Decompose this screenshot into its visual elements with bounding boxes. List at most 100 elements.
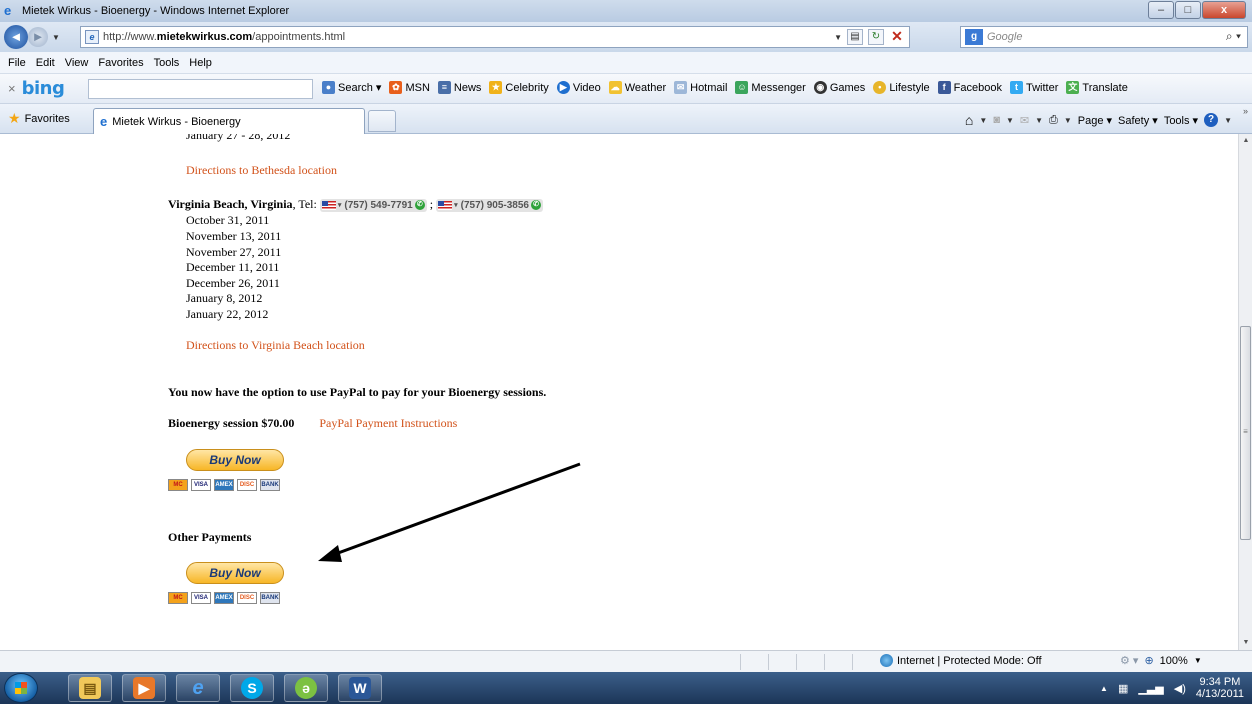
scroll-up-icon[interactable]: ▲: [1239, 134, 1252, 148]
bing-logo: bing: [21, 78, 65, 99]
address-input[interactable]: e http://www.mietekwirkus.com/appointmen…: [80, 26, 910, 48]
help-icon[interactable]: ?: [1204, 113, 1219, 127]
scroll-down-icon[interactable]: ▼: [1239, 636, 1252, 650]
buy-now-button[interactable]: Buy Now: [186, 449, 284, 471]
skype-icon: S: [241, 677, 263, 699]
new-tab-button[interactable]: [368, 110, 396, 132]
volume-icon[interactable]: ◀): [1174, 682, 1186, 695]
news-icon: ≡: [437, 81, 451, 94]
zone-text: Internet | Protected Mode: Off: [897, 654, 1042, 667]
session-row: Bioenergy session $70.00 PayPal Payment …: [168, 416, 457, 431]
phone-1[interactable]: ▾ (757) 549-7791 ✆: [319, 198, 427, 212]
mail-dropdown[interactable]: ▼: [1035, 116, 1043, 125]
menu-help[interactable]: Help: [189, 57, 212, 69]
status-divider: [824, 654, 825, 670]
menu-view[interactable]: View: [65, 57, 89, 69]
session-price: Bioenergy session $70.00: [168, 416, 295, 430]
menu-favorites[interactable]: Favorites: [98, 57, 143, 69]
home-icon[interactable]: ⌂: [965, 112, 973, 128]
bing-toolbar: × bing ● Search ▾ ✿ MSN ≡ News ★ Celebrity ▶…: [0, 74, 1252, 104]
bing-celebrity-link[interactable]: ★ Celebrity: [489, 81, 549, 94]
maximize-button[interactable]: □: [1175, 1, 1201, 19]
taskbar-word-button[interactable]: W: [338, 674, 382, 702]
bing-games-link[interactable]: ◉ Games: [813, 81, 865, 94]
bing-hotmail-link[interactable]: ✉ Hotmail: [674, 81, 727, 94]
menu-tools[interactable]: Tools: [154, 57, 180, 69]
bethesda-directions-link[interactable]: Directions to Bethesda location: [186, 163, 337, 178]
feeds-dropdown[interactable]: ▼: [1006, 116, 1014, 125]
compatibility-view-icon[interactable]: ▤: [847, 29, 863, 45]
feeds-icon[interactable]: ◙: [993, 114, 1000, 126]
paypal-instructions-link[interactable]: PayPal Payment Instructions: [319, 416, 457, 430]
mail-icon[interactable]: ✉: [1020, 114, 1029, 127]
date-item: January 8, 2012: [186, 291, 263, 305]
bing-search-button[interactable]: ● Search ▾: [322, 81, 381, 94]
page-content: January 27 - 28, 2012 Directions to Beth…: [0, 134, 1238, 650]
taskbar-app-button[interactable]: ə: [284, 674, 328, 702]
signal-icon[interactable]: ▁▃▅: [1138, 682, 1163, 695]
menu-edit[interactable]: Edit: [36, 57, 55, 69]
zoom-control[interactable]: ⚙ ▾ ⊕ 100% ▼: [1120, 654, 1202, 668]
bing-search-input[interactable]: [88, 79, 313, 99]
back-button[interactable]: ◄: [4, 25, 28, 49]
home-dropdown[interactable]: ▼: [979, 116, 987, 125]
buy-now-button-other[interactable]: Buy Now: [186, 562, 284, 584]
twitter-icon: t: [1009, 81, 1023, 94]
print-dropdown[interactable]: ▼: [1064, 116, 1072, 125]
taskbar-mediaplayer-button[interactable]: ▶: [122, 674, 166, 702]
forward-button[interactable]: ►: [28, 27, 48, 47]
network-adapter-icon[interactable]: ▦: [1118, 682, 1128, 695]
search-input[interactable]: g Google ⌕ ▾: [960, 26, 1248, 48]
command-bar: ⌂ ▼ ◙ ▼ ✉ ▼ ⎙ ▼ Page ▾ Safety ▾ Tools ▾ ? ▼: [965, 112, 1232, 128]
amex-icon: AMEX: [214, 592, 234, 604]
bing-weather-link[interactable]: ☁ Weather: [608, 81, 666, 94]
safety-menu[interactable]: Safety ▾: [1118, 114, 1158, 127]
close-button[interactable]: x: [1202, 1, 1246, 19]
menu-file[interactable]: File: [8, 57, 26, 69]
clock[interactable]: 9:34 PM 4/13/2011: [1196, 676, 1244, 700]
minimize-button[interactable]: –: [1148, 1, 1174, 19]
bing-msn-link[interactable]: ✿ MSN: [389, 81, 430, 94]
zoom-icon: ⊕: [1144, 655, 1154, 667]
scroll-thumb[interactable]: ≡: [1240, 326, 1251, 540]
bing-translate-link[interactable]: 文 Translate: [1066, 81, 1128, 94]
close-toolbar-icon[interactable]: ×: [8, 81, 16, 96]
bing-messenger-link[interactable]: ☺ Messenger: [735, 81, 806, 94]
taskbar-ie-button[interactable]: e: [176, 674, 220, 702]
bing-news-link[interactable]: ≡ News: [437, 81, 481, 94]
folder-icon: ▤: [79, 677, 101, 699]
games-icon: ◉: [813, 81, 827, 94]
bing-facebook-link[interactable]: f Facebook: [937, 81, 1002, 94]
toolbar-overflow-chevron-icon[interactable]: »: [1243, 106, 1248, 116]
bing-video-link[interactable]: ▶ Video: [556, 81, 601, 94]
tab-title: Mietek Wirkus - Bioenergy: [112, 115, 241, 128]
menu-bar: File Edit View Favorites Tools Help: [0, 52, 1252, 74]
zoom-dropdown[interactable]: ▼: [1194, 656, 1202, 665]
date-item: October 31, 2011: [186, 213, 270, 227]
window-titlebar: e Mietek Wirkus - Bioenergy - Windows In…: [0, 0, 1252, 22]
taskbar-explorer-button[interactable]: ▤: [68, 674, 112, 702]
tools-menu[interactable]: Tools ▾: [1164, 114, 1198, 127]
bing-lifestyle-link[interactable]: • Lifestyle: [873, 81, 930, 94]
taskbar-skype-button[interactable]: S: [230, 674, 274, 702]
vertical-scrollbar[interactable]: ▲ ≡ ▼: [1238, 134, 1252, 650]
show-hidden-icons[interactable]: ▲: [1100, 684, 1108, 693]
virginia-directions-link[interactable]: Directions to Virginia Beach location: [186, 338, 365, 353]
refresh-icon[interactable]: ↻: [868, 29, 884, 45]
bing-twitter-link[interactable]: t Twitter: [1009, 81, 1058, 94]
start-button[interactable]: [4, 673, 38, 703]
mastercard-icon: MC: [168, 479, 188, 491]
page-menu[interactable]: Page ▾: [1078, 114, 1112, 127]
stop-icon[interactable]: ✕: [889, 29, 905, 45]
help-dropdown[interactable]: ▼: [1224, 116, 1232, 125]
address-bar-row: ◄ ► ▼ e http://www.mietekwirkus.com/appo…: [0, 22, 1252, 52]
favorites-button[interactable]: ★ Favorites: [8, 110, 70, 127]
search-icon[interactable]: ⌕ ▾: [1226, 29, 1241, 44]
phone-2[interactable]: ▾ (757) 905-3856 ✆: [436, 198, 543, 212]
print-icon[interactable]: ⎙: [1049, 114, 1058, 127]
address-dropdown-icon[interactable]: ▼: [834, 33, 842, 42]
recent-pages-dropdown[interactable]: ▼: [52, 33, 60, 42]
zone-settings-icon[interactable]: ⚙ ▾: [1120, 654, 1138, 667]
browser-tab[interactable]: e Mietek Wirkus - Bioenergy: [93, 108, 365, 134]
security-zone[interactable]: Internet | Protected Mode: Off: [880, 654, 1042, 667]
